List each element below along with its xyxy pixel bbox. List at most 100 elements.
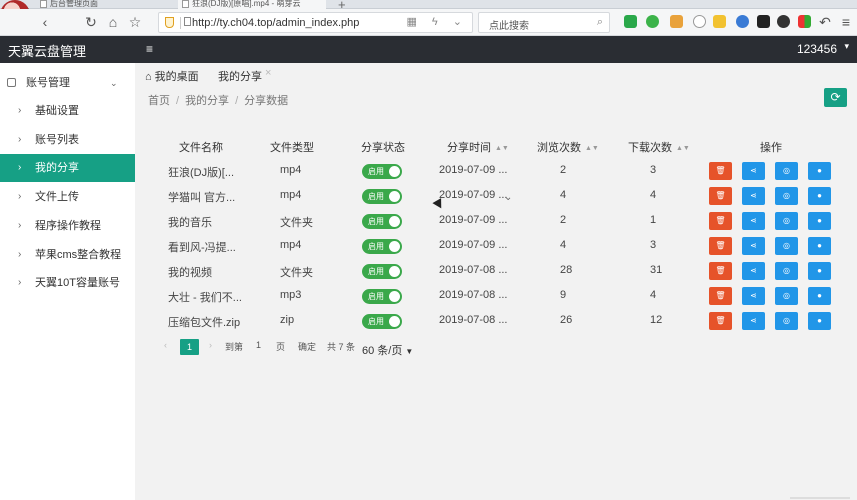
extension-dark-icon[interactable] — [757, 15, 770, 28]
page-icon — [182, 0, 189, 8]
share-button[interactable]: ⋖ — [742, 187, 765, 205]
download-button[interactable]: ● — [808, 262, 831, 280]
download-count: 1 — [650, 214, 657, 226]
delete-button[interactable]: 🗑 — [709, 312, 732, 330]
search-icon[interactable]: ⌕ — [597, 16, 603, 29]
share-status-toggle[interactable]: 启用 — [362, 264, 402, 279]
download-button[interactable]: ● — [808, 162, 831, 180]
sort-icon[interactable]: ▲▼ — [495, 145, 509, 152]
menu-icon[interactable]: ≡ — [837, 13, 855, 31]
extension-cat-icon[interactable] — [670, 15, 683, 28]
file-name[interactable]: 看到风-冯提... — [168, 239, 236, 255]
tab-desktop[interactable]: ⌂ 我的桌面 — [145, 68, 199, 84]
page-size-select[interactable]: 60 条/页 ▼ — [362, 342, 413, 358]
extension-circle-icon[interactable] — [646, 15, 659, 28]
reload-icon[interactable]: ↻ — [82, 13, 100, 31]
delete-button[interactable]: 🗑 — [709, 287, 732, 305]
link-button[interactable]: ◎ — [775, 312, 798, 330]
sort-icon[interactable]: ▲▼ — [676, 145, 690, 152]
breadcrumb-my-shares[interactable]: 我的分享 — [185, 95, 229, 107]
file-name[interactable]: 狂浪(DJ版)[... — [168, 164, 234, 180]
col-header-views[interactable]: 浏览次数 ▲▼ — [537, 139, 599, 155]
user-menu[interactable]: 123456 — [797, 42, 837, 56]
share-button[interactable]: ⋖ — [742, 162, 765, 180]
browser-search-input[interactable]: 点此搜索 ⌕ — [478, 12, 610, 33]
goto-confirm-button[interactable]: 确定 — [298, 340, 316, 353]
delete-button[interactable]: 🗑 — [709, 212, 732, 230]
link-button[interactable]: ◎ — [775, 162, 798, 180]
page-1-button[interactable]: 1 — [180, 339, 199, 355]
goto-page-input[interactable]: 1 — [256, 340, 261, 350]
share-status-toggle[interactable]: 启用 — [362, 189, 402, 204]
link-button[interactable]: ◎ — [775, 287, 798, 305]
sidebar-item-account-list[interactable]: › 账号列表 — [0, 126, 135, 154]
download-button[interactable]: ● — [808, 187, 831, 205]
share-status-toggle[interactable]: 启用 — [362, 314, 402, 329]
download-button[interactable]: ● — [808, 237, 831, 255]
share-button[interactable]: ⋖ — [742, 262, 765, 280]
extension-windows-icon[interactable] — [798, 15, 811, 28]
share-button[interactable]: ⋖ — [742, 237, 765, 255]
download-button[interactable]: ● — [808, 312, 831, 330]
file-name[interactable]: 我的音乐 — [168, 214, 212, 230]
sidebar-item-file-upload[interactable]: › 文件上传 — [0, 183, 135, 211]
star-icon[interactable]: ☆ — [126, 13, 144, 31]
extension-gear-icon[interactable] — [736, 15, 749, 28]
share-status-toggle[interactable]: 启用 — [362, 164, 402, 179]
delete-button[interactable]: 🗑 — [709, 162, 732, 180]
file-name[interactable]: 学猫叫 官方... — [168, 189, 235, 205]
sort-icon[interactable]: ▲▼ — [585, 145, 599, 152]
sidebar-item-10t-account[interactable]: › 天翼10T容量账号 — [0, 269, 135, 297]
chevron-down-icon[interactable]: ▾ — [844, 41, 849, 52]
browser-tab-1[interactable]: 后台管理页面 — [36, 0, 166, 9]
next-page-icon[interactable]: › — [209, 340, 212, 350]
col-header-time[interactable]: 分享时间 ▲▼ — [447, 139, 509, 155]
back-button[interactable]: ‹ — [36, 13, 54, 31]
download-button[interactable]: ● — [808, 287, 831, 305]
delete-button[interactable]: 🗑 — [709, 262, 732, 280]
delete-button[interactable]: 🗑 — [709, 237, 732, 255]
tab-my-shares[interactable]: 我的分享 — [218, 68, 262, 84]
sidebar-item-label: 基础设置 — [35, 105, 79, 117]
refresh-button[interactable]: ⟳ — [824, 88, 847, 107]
breadcrumb-home[interactable]: 首页 — [148, 95, 170, 107]
sidebar-item-my-shares[interactable]: › 我的分享 — [0, 154, 135, 182]
delete-button[interactable]: 🗑 — [709, 187, 732, 205]
url-actions-icons[interactable]: ▦ ϟ ⌄ — [406, 15, 468, 28]
file-name[interactable]: 我的视频 — [168, 264, 212, 280]
browser-tab-2[interactable]: 狂浪(DJ版)[原唱].mp4 - 萌芽云 — [178, 0, 326, 9]
col-header-downloads[interactable]: 下载次数 ▲▼ — [628, 139, 690, 155]
home-icon[interactable]: ⌂ — [104, 13, 122, 31]
chevron-down-icon: ⌄ — [110, 78, 118, 88]
url-input[interactable]: http://ty.ch04.top/admin_index.php ▦ ϟ ⌄ — [158, 12, 473, 33]
extension-yellow-icon[interactable] — [713, 15, 726, 28]
link-button[interactable]: ◎ — [775, 262, 798, 280]
share-button[interactable]: ⋖ — [742, 212, 765, 230]
share-button[interactable]: ⋖ — [742, 287, 765, 305]
menu-toggle-icon[interactable]: ≡ — [146, 42, 153, 56]
undo-icon[interactable]: ↶ — [816, 13, 834, 31]
file-name[interactable]: 大壮 - 我们不... — [168, 289, 242, 305]
share-status-toggle[interactable]: 启用 — [362, 214, 402, 229]
link-button[interactable]: ◎ — [775, 187, 798, 205]
url-text: http://ty.ch04.top/admin_index.php — [192, 17, 360, 29]
file-name[interactable]: 压缩包文件.zip — [168, 314, 240, 330]
prev-page-icon[interactable]: ‹ — [164, 340, 167, 350]
sidebar-group-account[interactable]: 账号管理 ⌄ — [0, 69, 135, 97]
download-button[interactable]: ● — [808, 212, 831, 230]
share-status-toggle[interactable]: 启用 — [362, 239, 402, 254]
extension-power-icon[interactable] — [777, 15, 790, 28]
sidebar-item-basic-settings[interactable]: › 基础设置 — [0, 97, 135, 125]
address-bar-row: ‹ ↻ ⌂ ☆ http://ty.ch04.top/admin_index.p… — [0, 9, 857, 36]
view-count: 9 — [560, 289, 567, 301]
share-status-toggle[interactable]: 启用 — [362, 289, 402, 304]
extension-shield-icon[interactable] — [624, 15, 637, 28]
link-button[interactable]: ◎ — [775, 237, 798, 255]
sidebar-item-cms-tutorial[interactable]: › 苹果cms整合教程 — [0, 241, 135, 269]
close-icon[interactable]: × — [265, 67, 271, 79]
chevron-right-icon: › — [18, 105, 22, 116]
extension-magnifier-icon[interactable] — [693, 15, 706, 28]
share-button[interactable]: ⋖ — [742, 312, 765, 330]
sidebar-item-tutorial[interactable]: › 程序操作教程 — [0, 212, 135, 240]
link-button[interactable]: ◎ — [775, 212, 798, 230]
